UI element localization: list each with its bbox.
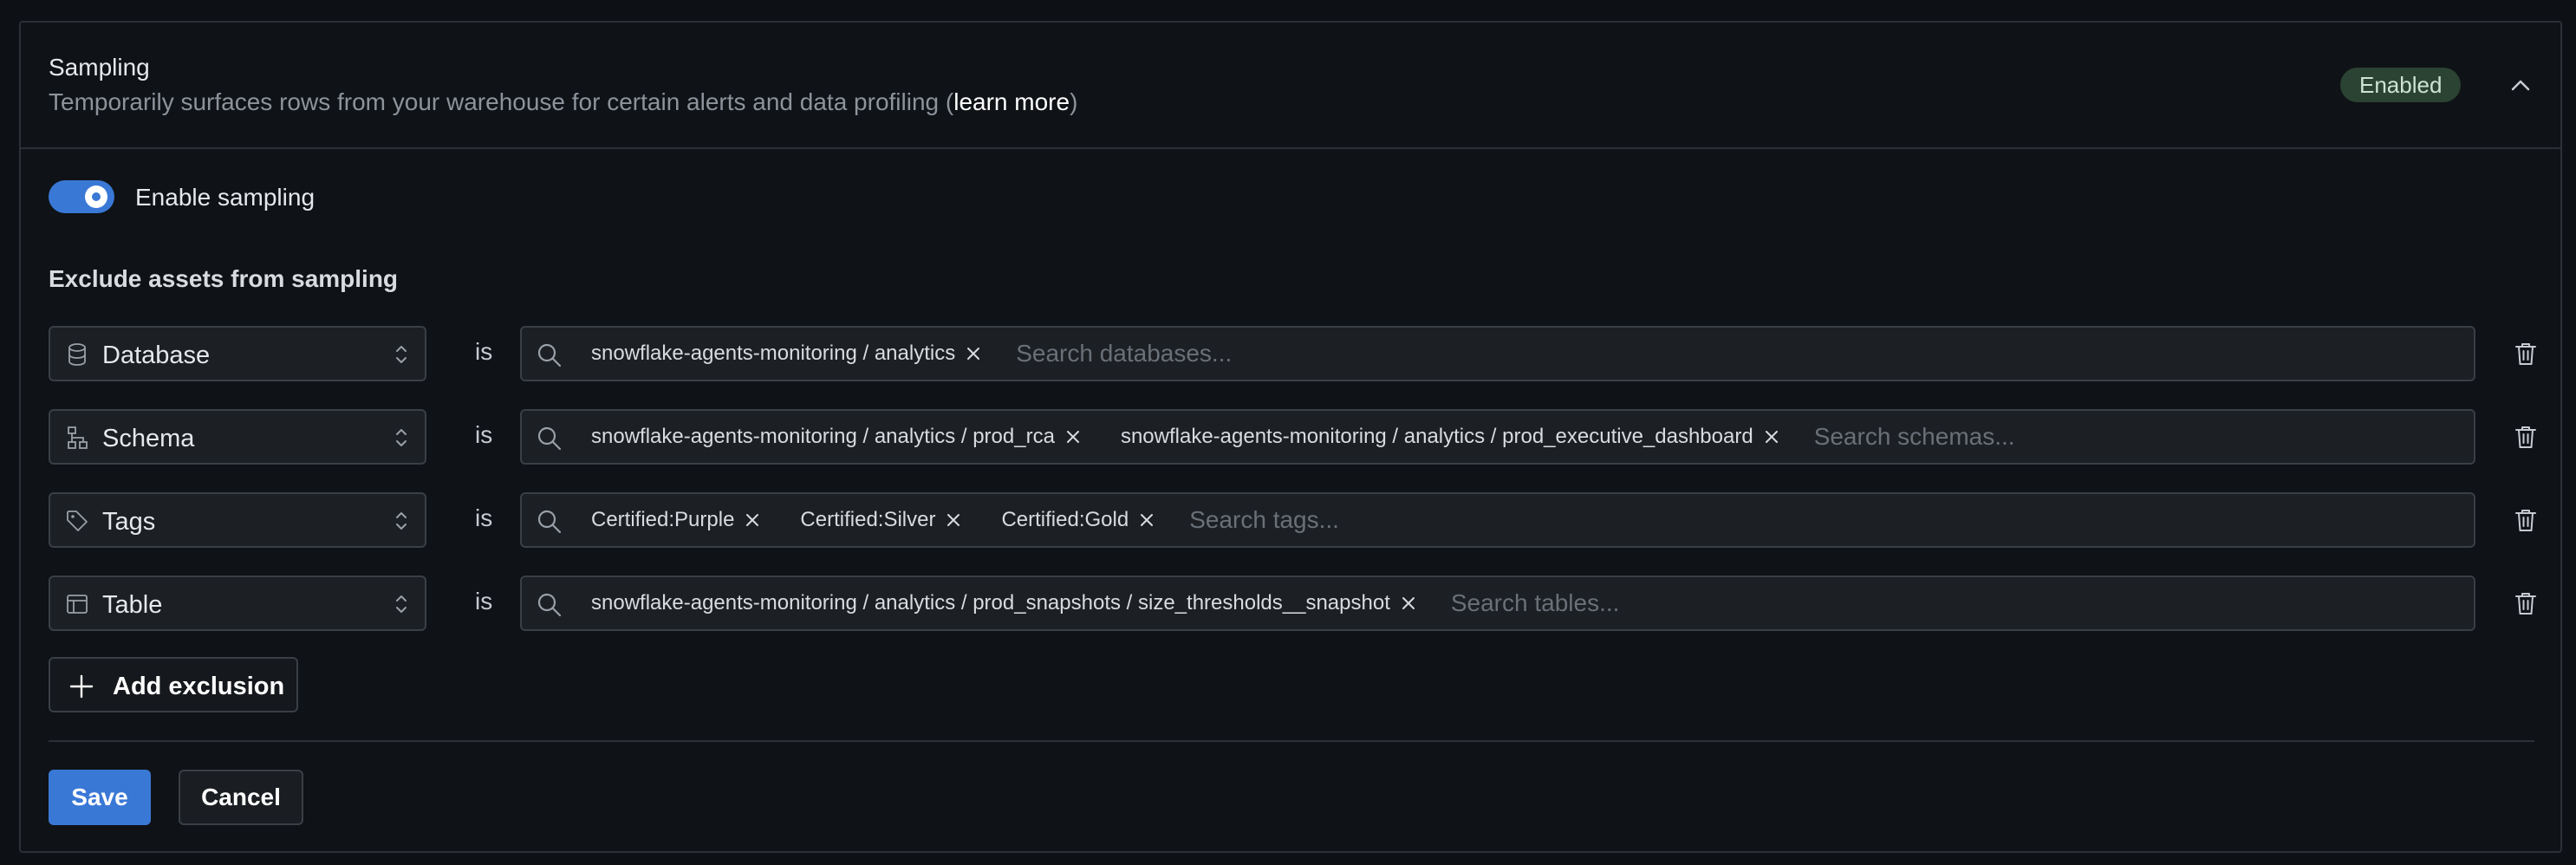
table-search-input[interactable] (1450, 589, 2058, 617)
learn-more-link[interactable]: learn more (953, 88, 1070, 115)
add-exclusion-button[interactable]: Add exclusion (49, 657, 298, 712)
operator-label: is (475, 338, 493, 365)
chip-label: Certified:Purple (591, 508, 735, 531)
status-badge: Enabled (2340, 68, 2462, 102)
selected-chip: Certified:Purple (591, 508, 762, 532)
save-button[interactable]: Save (49, 770, 151, 825)
chevron-up-down-icon (396, 346, 407, 363)
exclusion-row-table: Table is snowflake-agents-monitoring / a… (49, 576, 2545, 631)
panel-header[interactable]: Sampling Temporarily surfaces rows from … (21, 23, 2560, 149)
subtitle-suffix: ) (1070, 88, 1078, 115)
table-search-field[interactable]: snowflake-agents-monitoring / analytics … (520, 576, 2475, 631)
delete-row-icon[interactable] (2510, 588, 2541, 619)
operator-label: is (475, 504, 493, 531)
sampling-panel: Sampling Temporarily surfaces rows from … (19, 21, 2562, 853)
asset-type-label: Tags (102, 508, 156, 536)
delete-row-icon[interactable] (2510, 504, 2541, 536)
asset-type-select[interactable]: Schema (49, 409, 426, 465)
chip-label: snowflake-agents-monitoring / analytics … (591, 591, 1390, 615)
remove-chip-icon[interactable] (743, 511, 762, 530)
cancel-button[interactable]: Cancel (179, 770, 303, 825)
selected-chip: Certified:Silver (800, 508, 963, 532)
selected-chip: snowflake-agents-monitoring / analytics … (1121, 425, 1781, 449)
remove-chip-icon[interactable] (1064, 427, 1083, 446)
add-exclusion-label: Add exclusion (113, 673, 285, 700)
delete-row-icon[interactable] (2510, 421, 2541, 452)
chevron-up-icon (2511, 80, 2530, 91)
selected-chip: snowflake-agents-monitoring / analytics (591, 341, 983, 366)
operator-label: is (475, 588, 493, 615)
exclusions-title: Exclude assets from sampling (49, 265, 399, 292)
selected-chip: Certified:Gold (1001, 508, 1156, 532)
database-icon (68, 343, 86, 366)
chip-label: snowflake-agents-monitoring / analytics (591, 341, 956, 365)
collapse-button[interactable] (2503, 68, 2538, 102)
remove-chip-icon[interactable] (1137, 511, 1156, 530)
asset-type-select[interactable]: Table (49, 576, 426, 631)
subtitle-text: Temporarily surfaces rows from your ware… (49, 88, 954, 115)
exclusion-row-schema: Schema is snowflake-agents-monitoring / … (49, 409, 2545, 465)
tags-search-input[interactable] (1189, 506, 1797, 534)
chevron-up-down-icon (396, 429, 407, 446)
remove-chip-icon[interactable] (964, 344, 983, 363)
tags-search-field[interactable]: Certified:Purple Certified:Silver Certif… (520, 492, 2475, 548)
chip-label: Certified:Silver (800, 508, 936, 531)
exclusion-row-tags: Tags is Certified:Purple Certified:Silve… (49, 492, 2545, 548)
plus-icon (69, 674, 94, 699)
search-icon (537, 426, 562, 451)
schema-search-field[interactable]: snowflake-agents-monitoring / analytics … (520, 409, 2475, 465)
asset-type-select[interactable]: Database (49, 326, 426, 381)
enable-sampling-toggle[interactable] (49, 180, 114, 213)
search-icon (537, 593, 562, 617)
database-search-field[interactable]: snowflake-agents-monitoring / analytics (520, 326, 2475, 381)
asset-type-label: Database (102, 341, 211, 369)
asset-type-select[interactable]: Tags (49, 492, 426, 548)
operator-label: is (475, 421, 493, 448)
table-icon (67, 595, 88, 614)
footer-divider (49, 740, 2534, 742)
remove-chip-icon[interactable] (1762, 427, 1781, 446)
search-icon (537, 510, 562, 534)
chip-label: snowflake-agents-monitoring / analytics … (1120, 425, 1753, 448)
selected-chip: snowflake-agents-monitoring / analytics … (591, 425, 1083, 449)
search-icon (537, 343, 562, 367)
toggle-knob (85, 185, 107, 208)
chip-label: Certified:Gold (1001, 508, 1129, 531)
database-search-input[interactable] (1016, 340, 1623, 367)
remove-chip-icon[interactable] (1399, 594, 1418, 613)
schema-icon (68, 426, 88, 449)
remove-chip-icon[interactable] (944, 511, 963, 530)
exclusion-row-database: Database is snowflake-agents-monitoring … (49, 326, 2545, 381)
panel-subtitle: Temporarily surfaces rows from your ware… (49, 88, 1077, 116)
schema-search-input[interactable] (1813, 423, 2352, 451)
chip-label: snowflake-agents-monitoring / analytics … (591, 425, 1055, 448)
tag-icon (67, 511, 88, 531)
chevron-up-down-icon (396, 512, 407, 530)
selected-chip: snowflake-agents-monitoring / analytics … (591, 591, 1418, 615)
panel-title: Sampling (49, 54, 150, 81)
delete-row-icon[interactable] (2510, 338, 2541, 369)
chevron-up-down-icon (396, 595, 407, 613)
asset-type-label: Schema (102, 425, 195, 452)
asset-type-label: Table (102, 591, 163, 619)
enable-sampling-label: Enable sampling (135, 184, 315, 211)
